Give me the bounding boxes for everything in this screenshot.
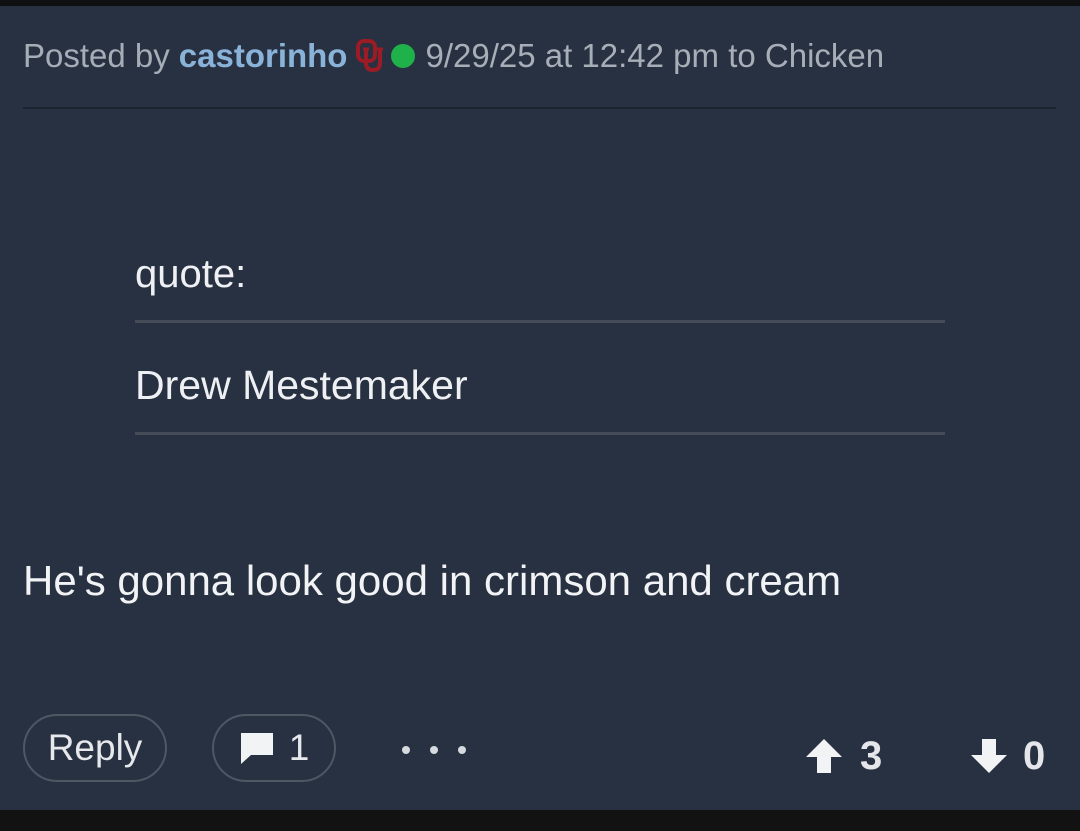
author-link[interactable]: castorinho [179, 37, 348, 75]
more-options-button[interactable] [402, 730, 466, 770]
upvote-button[interactable]: 3 [804, 730, 882, 782]
post-date: 9/29/25 at 12:42 pm to Chicken [425, 37, 885, 74]
upvote-count: 3 [860, 733, 883, 778]
ou-logo-icon [355, 39, 385, 73]
reply-label: Reply [47, 727, 143, 768]
comments-button[interactable]: 1 [212, 714, 336, 782]
downvote-button[interactable]: 0 [969, 730, 1045, 782]
quote-label: quote: [135, 252, 247, 296]
online-dot-icon [391, 44, 416, 68]
posted-by-label: Posted by [23, 37, 170, 74]
more-icon [402, 746, 410, 754]
quote-divider-top [135, 320, 945, 323]
quote-divider-bottom [135, 432, 945, 435]
comment-icon [239, 731, 275, 765]
quote-author: Drew Mestemaker [135, 362, 468, 408]
bottom-edge [0, 810, 1080, 831]
more-icon-dot [430, 746, 438, 754]
header-divider [23, 107, 1056, 109]
post-header: Posted by castorinho 9/29/25 at 12:42 pm… [23, 36, 884, 76]
downvote-count: 0 [1023, 733, 1046, 778]
comment-count: 1 [288, 727, 310, 768]
post-body: He's gonna look good in crimson and crea… [23, 557, 842, 604]
reply-button[interactable]: Reply [23, 714, 167, 782]
arrow-down-icon [971, 739, 1007, 773]
arrow-up-icon [806, 739, 842, 773]
more-icon-dot [458, 746, 466, 754]
